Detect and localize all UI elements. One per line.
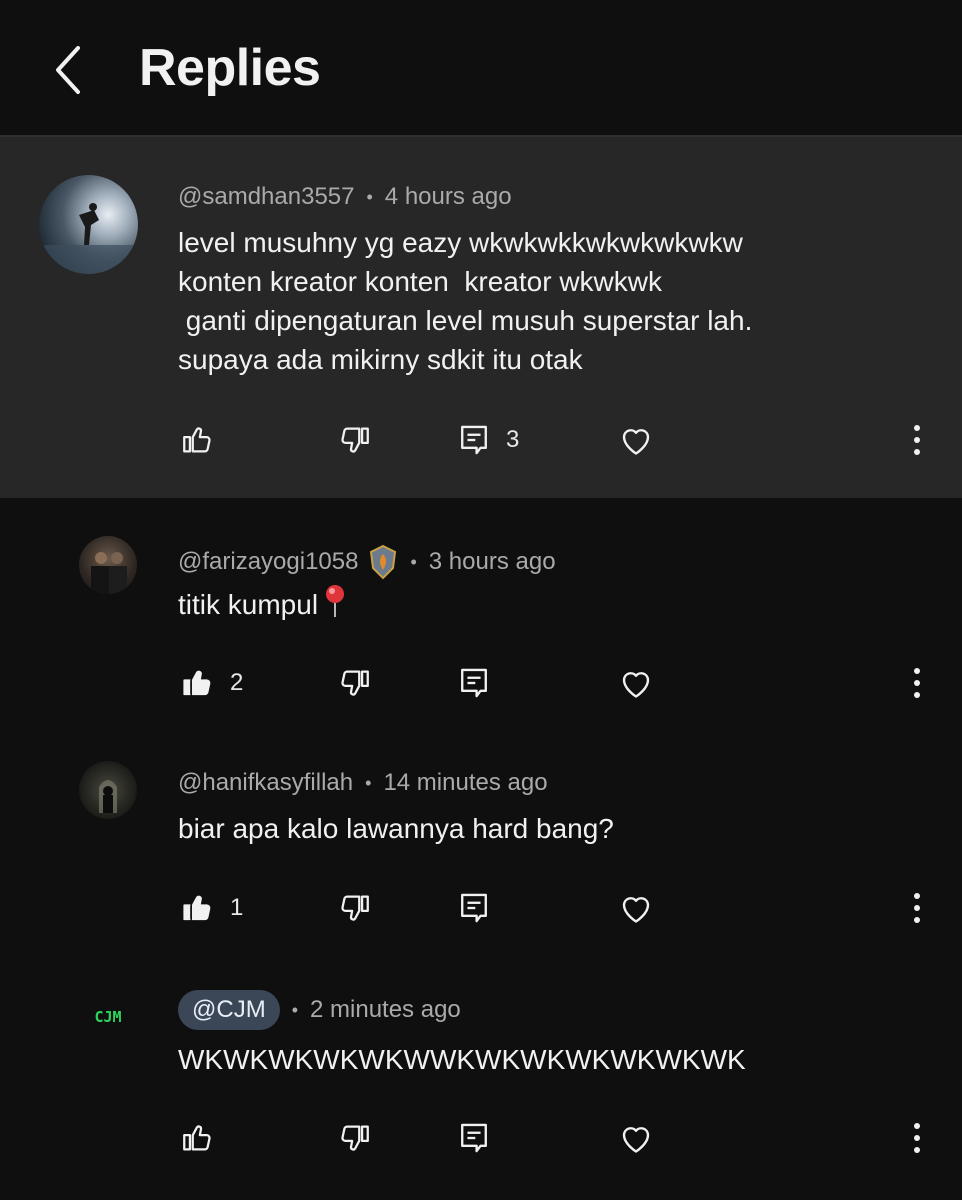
avatar[interactable] — [79, 761, 137, 819]
separator-dot: • — [365, 772, 372, 793]
timestamp: 14 minutes ago — [383, 769, 548, 796]
dislike-button[interactable] — [338, 883, 372, 933]
comment-icon — [461, 425, 487, 455]
avatar-image — [91, 552, 127, 594]
heart-icon — [622, 672, 650, 698]
author-handle[interactable]: @samdhan3557 — [178, 183, 354, 211]
reply-button[interactable] — [458, 1113, 490, 1163]
like-button[interactable]: 2 — [180, 658, 243, 708]
dislike-button[interactable] — [338, 658, 372, 708]
reply-button[interactable] — [458, 883, 490, 933]
reply-count: 3 — [506, 426, 520, 453]
thumbs-up-icon — [183, 1125, 211, 1151]
more-options-button[interactable] — [905, 883, 929, 933]
comment-icon — [461, 1123, 487, 1153]
timestamp: 3 hours ago — [428, 548, 556, 575]
action-bar: 2 — [0, 658, 962, 708]
comment-icon — [461, 893, 487, 923]
author-handle-pill[interactable]: @CJM — [178, 990, 280, 1030]
page-title: Replies — [139, 39, 321, 97]
reply-button[interactable]: 3 — [458, 415, 519, 465]
parent-comment: @samdhan3557 • 4 hours ago level musuhny… — [0, 137, 962, 498]
avatar-image — [99, 780, 117, 813]
more-vertical-icon — [914, 893, 920, 923]
comment-text: biar apa kalo lawannya hard bang? — [178, 813, 614, 844]
action-bar: 1 — [0, 883, 962, 933]
action-bar: 3 — [0, 415, 962, 465]
heart-button[interactable] — [618, 883, 654, 933]
dislike-button[interactable] — [338, 1113, 372, 1163]
more-vertical-icon — [914, 1123, 920, 1153]
like-count: 1 — [230, 894, 244, 921]
shield-badge-icon — [370, 544, 397, 580]
comment-line: titik kumpul — [178, 589, 319, 620]
heart-icon — [622, 897, 650, 923]
avatar[interactable] — [79, 536, 137, 594]
timestamp: 4 hours ago — [384, 183, 512, 210]
comment-line: level musuhny yg eazy wkwkwkkwkwkwkwkw — [178, 227, 743, 258]
reply-button[interactable] — [458, 658, 490, 708]
reply-item: @hanifkasyfillah • 14 minutes ago biar a… — [0, 723, 962, 948]
separator-dot: • — [291, 999, 298, 1020]
heart-icon — [622, 429, 650, 455]
chevron-left-icon — [56, 46, 80, 94]
like-button[interactable] — [180, 1113, 214, 1163]
dislike-button[interactable] — [338, 415, 372, 465]
comment-text: titik kumpul — [178, 584, 346, 624]
thumbs-up-filled-icon — [183, 895, 211, 921]
comment-text: WKWKWKWKWKWWKWKWKWKWKWKWK — [178, 1044, 746, 1075]
thumbs-down-icon — [341, 427, 369, 453]
thumbs-down-icon — [341, 1125, 369, 1151]
thumbs-up-icon — [183, 427, 211, 453]
avatar[interactable]: CJM — [79, 988, 137, 1046]
separator-dot: • — [410, 551, 417, 572]
like-button[interactable]: 1 — [180, 883, 243, 933]
heart-button[interactable] — [618, 658, 654, 708]
comment-line: konten kreator konten kreator wkwkwk — [178, 266, 662, 297]
comment-meta: @farizayogi1058 • 3 hours ago — [178, 544, 556, 580]
like-count: 2 — [230, 669, 244, 696]
avatar[interactable] — [39, 175, 138, 274]
more-options-button[interactable] — [905, 1113, 929, 1163]
comment-line: ganti dipengaturan level musuh superstar… — [178, 305, 753, 336]
back-button[interactable] — [48, 40, 98, 100]
avatar-logo-text: CJM — [94, 1008, 122, 1026]
reply-item: @farizayogi1058 • 3 hours ago titik kump… — [0, 498, 962, 723]
separator-dot: • — [366, 186, 373, 207]
avatar-image — [39, 203, 138, 274]
comment-meta: @CJM • 2 minutes ago — [178, 990, 461, 1030]
more-vertical-icon — [914, 425, 920, 455]
heart-icon — [622, 1127, 650, 1153]
timestamp: 2 minutes ago — [310, 996, 461, 1023]
action-bar — [0, 1113, 962, 1163]
heart-button[interactable] — [618, 1113, 654, 1163]
pushpin-icon — [326, 585, 345, 617]
comment-text: level musuhny yg eazy wkwkwkkwkwkwkwkw ko… — [178, 223, 752, 379]
header: Replies — [0, 0, 962, 137]
more-vertical-icon — [914, 668, 920, 698]
thumbs-down-icon — [341, 895, 369, 921]
author-handle[interactable]: @farizayogi1058 — [178, 548, 358, 576]
comment-meta: @samdhan3557 • 4 hours ago — [178, 183, 512, 211]
heart-button[interactable] — [618, 415, 654, 465]
comment-icon — [461, 668, 487, 698]
comment-meta: @hanifkasyfillah • 14 minutes ago — [178, 769, 548, 797]
more-options-button[interactable] — [905, 658, 929, 708]
comment-line: supaya ada mikirny sdkit itu otak — [178, 344, 583, 375]
author-handle[interactable]: @hanifkasyfillah — [178, 769, 353, 797]
like-button[interactable] — [180, 415, 214, 465]
more-options-button[interactable] — [905, 415, 929, 465]
reply-item: CJM @CJM • 2 minutes ago WKWKWKWKWKWWKWK… — [0, 948, 962, 1200]
thumbs-up-filled-icon — [183, 670, 211, 696]
thumbs-down-icon — [341, 670, 369, 696]
